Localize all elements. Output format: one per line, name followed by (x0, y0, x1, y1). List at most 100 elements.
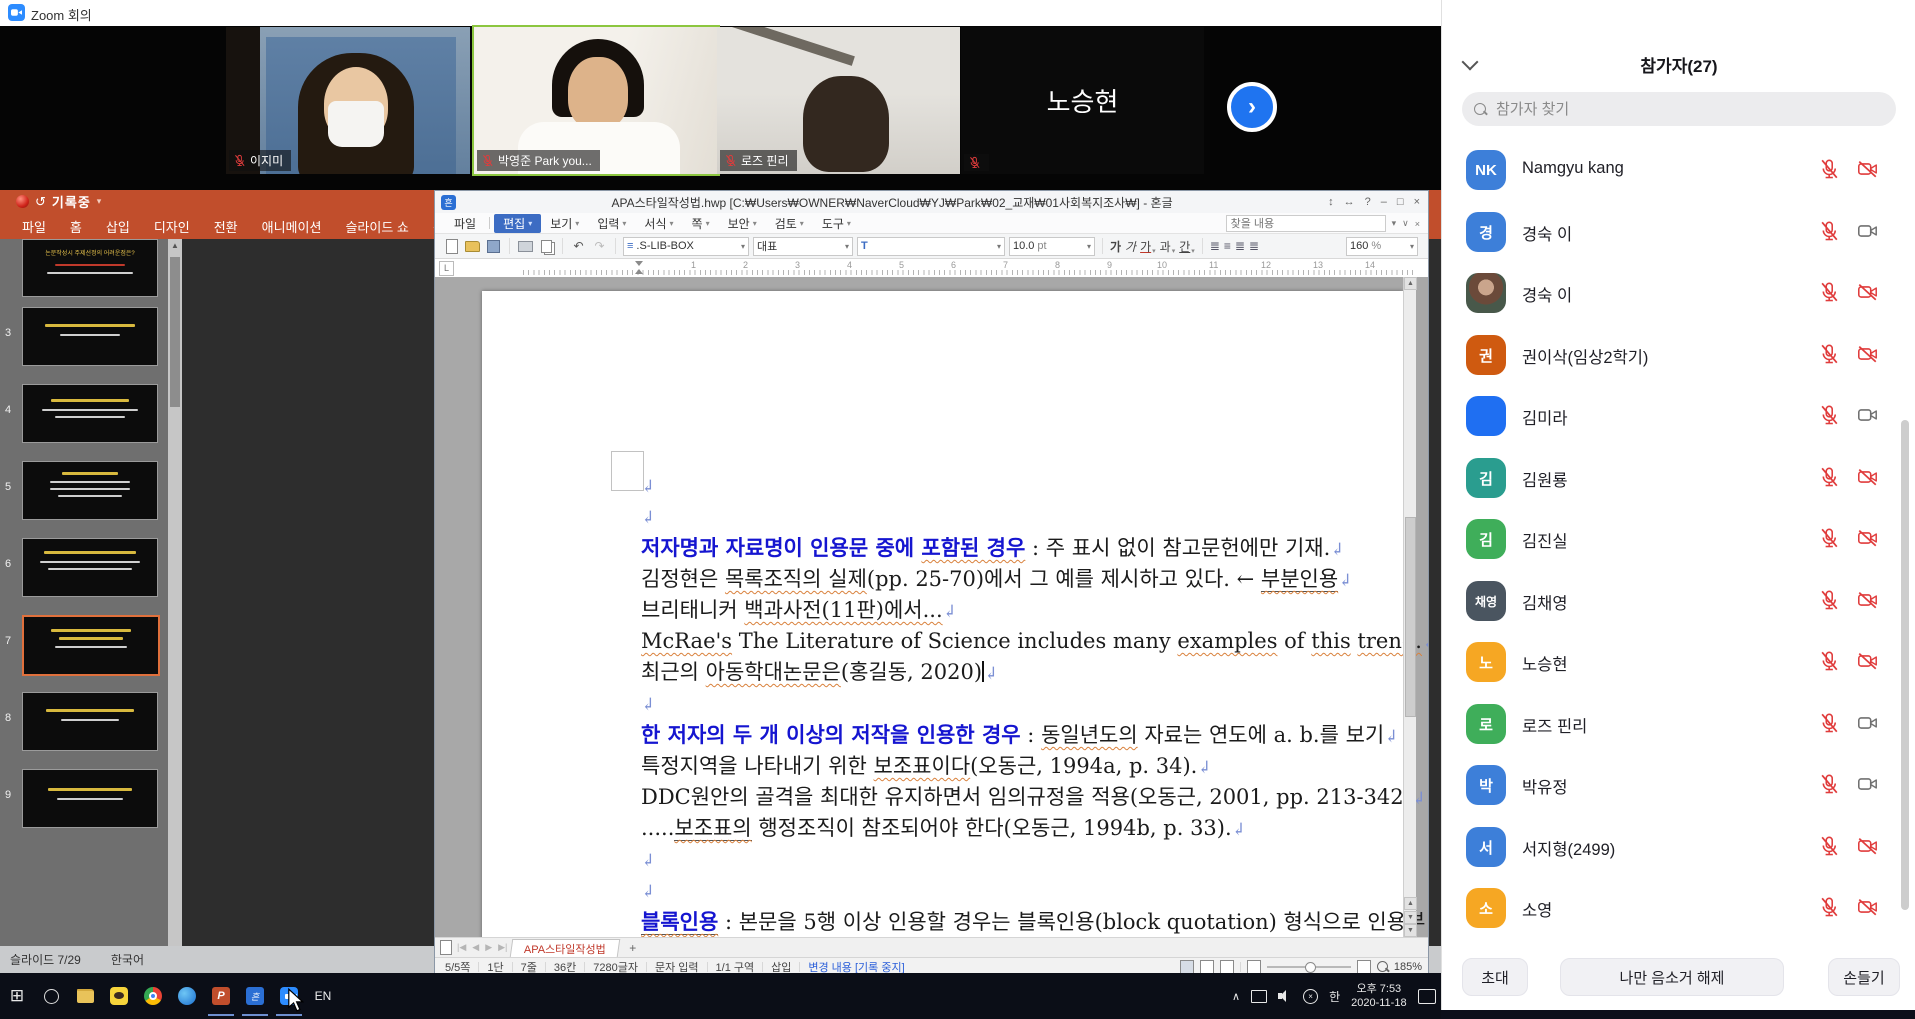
participant-row[interactable]: 경숙 이 (1442, 270, 1915, 326)
add-tab-button[interactable]: + (621, 941, 644, 955)
preview-icon[interactable] (538, 238, 555, 255)
video-tile-3[interactable]: 로즈 핀리 (717, 27, 960, 174)
muted-mic-icon[interactable] (1818, 527, 1840, 549)
ppt-tab-animations[interactable]: 애니메이션 (250, 217, 334, 236)
scroll-down-icon[interactable]: ▼ (1404, 924, 1417, 937)
participant-row[interactable]: 권 권이삭(임상2학기) (1442, 332, 1915, 388)
participant-row[interactable]: 박 박유정 (1442, 762, 1915, 818)
zoom-slider[interactable] (1267, 966, 1351, 968)
align-left-icon[interactable]: ≡ (1224, 239, 1231, 253)
language-badge[interactable]: EN (306, 976, 340, 1016)
hwp-taskbar-icon[interactable]: 흔 (238, 976, 272, 1016)
next-page-videos-button[interactable]: › (1227, 82, 1277, 132)
first-tab-icon[interactable]: |◀ (455, 942, 468, 953)
slide-thumbnail-2[interactable]: 논문작성시 주제선정의 어려운점은? (22, 239, 158, 297)
muted-mic-icon[interactable] (1818, 712, 1840, 734)
chrome-icon[interactable] (136, 976, 170, 1016)
zoom-out-icon[interactable] (1247, 960, 1261, 974)
camera-off-icon[interactable] (1854, 343, 1881, 365)
tray-expand-icon[interactable]: ∧ (1232, 990, 1240, 1003)
align-center-icon[interactable]: ≣ (1235, 239, 1245, 253)
open-folder-icon[interactable] (464, 238, 481, 255)
para-style-combo[interactable]: 대표▾ (753, 237, 853, 256)
find-close-icon[interactable]: × (1415, 219, 1420, 229)
style-combo[interactable]: ≡.S-LIB-BOX▾ (623, 237, 749, 256)
ppt-tab-slideshow[interactable]: 슬라이드 쇼 (333, 217, 420, 236)
participant-row[interactable]: 소 소영 (1442, 885, 1915, 941)
view-mode-split-icon[interactable] (1200, 960, 1214, 974)
slide-thumbnail-7-selected[interactable] (22, 615, 160, 676)
slide-thumbnail-8[interactable] (22, 692, 158, 751)
participant-row[interactable]: 김 김진실 (1442, 516, 1915, 572)
participant-row[interactable]: 로 로즈 핀리 (1442, 701, 1915, 757)
view-mode-page-icon[interactable] (1180, 960, 1194, 974)
camera-on-icon[interactable] (1854, 712, 1881, 734)
new-document-icon[interactable] (443, 238, 460, 255)
kakaotalk-icon[interactable] (102, 976, 136, 1016)
print-icon[interactable] (517, 238, 534, 255)
camera-on-icon[interactable] (1854, 773, 1881, 795)
font-combo[interactable]: T▾ (857, 237, 1005, 256)
menu-edit-selected[interactable]: 편집▾ (494, 214, 541, 233)
zoom-in-icon[interactable] (1357, 960, 1371, 974)
action-center-icon[interactable] (1418, 989, 1436, 1004)
help-icon[interactable]: ? (1365, 196, 1371, 208)
camera-off-icon[interactable] (1854, 158, 1881, 180)
muted-mic-icon[interactable] (1818, 343, 1840, 365)
slide-thumbnail-5[interactable] (22, 461, 158, 520)
align-right-icon[interactable]: ≣ (1249, 239, 1259, 253)
undo-icon[interactable]: ↺ (35, 194, 46, 210)
camera-off-icon[interactable] (1854, 896, 1881, 918)
clock[interactable]: 오후 7:53 2020-11-18 (1351, 982, 1406, 1010)
muted-mic-icon[interactable] (1818, 896, 1840, 918)
muted-mic-icon[interactable] (1818, 835, 1840, 857)
camera-off-icon[interactable] (1854, 835, 1881, 857)
muted-mic-icon[interactable] (1818, 650, 1840, 672)
restore-icon[interactable]: □ (1397, 196, 1404, 208)
search-input[interactable] (1494, 100, 1884, 119)
underline-button[interactable]: 가▾ (1140, 238, 1156, 255)
prev-page-icon[interactable]: ▲ (1404, 897, 1417, 910)
menu-view[interactable]: 보기▾ (541, 214, 588, 233)
font-size-combo[interactable]: 10.0pt▾ (1009, 237, 1095, 256)
camera-off-icon[interactable] (1854, 527, 1881, 549)
magnifier-icon[interactable] (1377, 961, 1388, 972)
minimize-icon[interactable]: – (1381, 196, 1387, 208)
document-text[interactable]: ↲ ↲ 저자명과 자료명이 인용문 중에 포함된 경우 : 주 표시 없이 참고… (641, 471, 1413, 937)
ppt-tab-home[interactable]: 홈 (58, 217, 94, 236)
prev-tab-icon[interactable]: ◀ (470, 942, 481, 953)
menu-security[interactable]: 보안▾ (719, 214, 766, 233)
hwp-window[interactable]: 흔 APA스타일작성법.hwp [C:₩Users₩OWNER₩NaverClo… (434, 190, 1429, 975)
ppt-tab-file[interactable]: 파일 (10, 217, 58, 236)
menu-format[interactable]: 서식▾ (635, 214, 682, 233)
video-tile-2-active-speaker[interactable]: 박영준 Park you... (472, 25, 720, 176)
speaker-icon[interactable] (1278, 990, 1292, 1002)
participant-row[interactable]: 채영 김채영 (1442, 578, 1915, 634)
thumbnail-scrollbar[interactable]: ▲ (168, 239, 182, 946)
muted-mic-icon[interactable] (1818, 158, 1840, 180)
ppt-tab-insert[interactable]: 삽입 (94, 217, 142, 236)
slide-thumbnail-9[interactable] (22, 769, 158, 828)
camera-on-icon[interactable] (1854, 220, 1881, 242)
document-tab[interactable]: APA스타일작성법 (510, 939, 620, 957)
vertical-scrollbar[interactable]: ▲ ▲ ▼ ▼ (1403, 277, 1416, 937)
save-icon[interactable] (485, 238, 502, 255)
video-tile-4-camera-off[interactable]: 노승현 (961, 27, 1204, 174)
view-mode-full-icon[interactable] (1220, 960, 1234, 974)
muted-mic-icon[interactable] (1818, 773, 1840, 795)
participant-row[interactable]: 서 서지형(2499) (1442, 824, 1915, 880)
menu-review[interactable]: 검토▾ (766, 214, 813, 233)
find-caret-icon[interactable]: ▾ (1392, 218, 1397, 229)
camera-on-icon[interactable] (1854, 404, 1881, 426)
file-explorer-icon[interactable] (68, 976, 102, 1016)
next-page-icon[interactable]: ▼ (1404, 911, 1417, 924)
find-next-icon[interactable]: ∨ (1402, 218, 1409, 229)
camera-off-icon[interactable] (1854, 281, 1881, 303)
tab-list-icon[interactable] (439, 939, 453, 956)
muted-mic-icon[interactable] (1818, 466, 1840, 488)
participant-row[interactable]: 경 경숙 이 (1442, 209, 1915, 265)
start-button[interactable]: ⊞ (0, 976, 34, 1016)
ppt-tab-design[interactable]: 디자인 (142, 217, 202, 236)
line-spacing-control[interactable]: 160%▾ (1346, 237, 1418, 256)
tab-type-selector[interactable]: L (439, 261, 454, 276)
